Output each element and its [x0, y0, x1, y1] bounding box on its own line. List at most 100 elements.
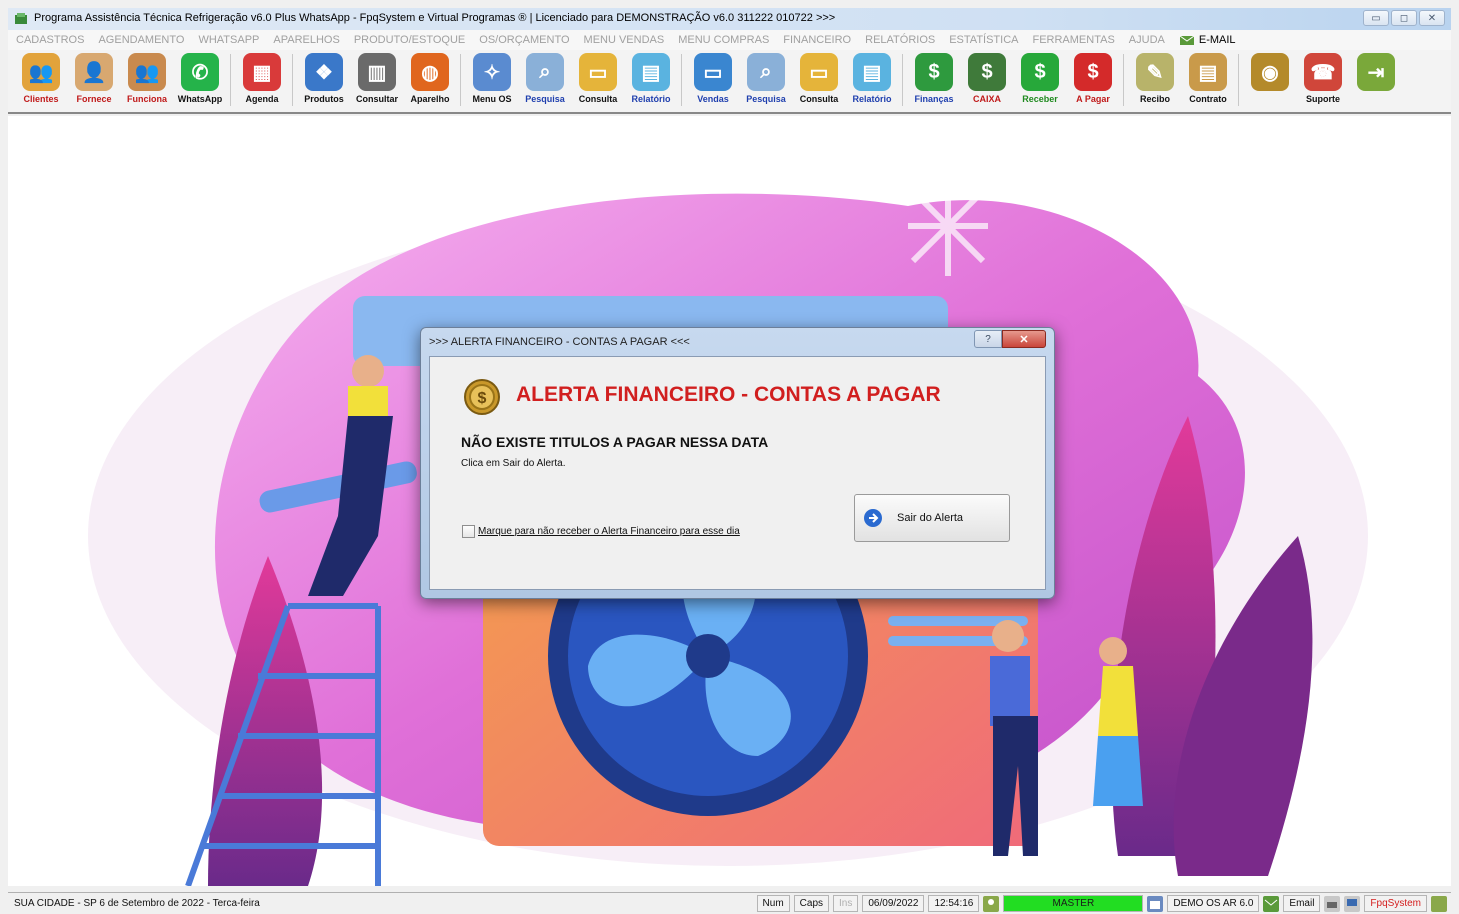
disable-alert-checkbox-row[interactable]: Marque para não receber o Alerta Finance… — [462, 525, 740, 538]
app-small-icon — [1431, 895, 1447, 912]
dialog-close-button[interactable]: ✕ — [1002, 330, 1046, 348]
toolbar-button-consulta[interactable]: ▭ Consulta — [573, 50, 623, 104]
toolbar-button-aparelho[interactable]: ◍ Aparelho — [405, 50, 455, 104]
menu-agendamento[interactable]: AGENDAMENTO — [98, 34, 184, 46]
email-icon[interactable] — [1263, 895, 1280, 912]
disable-alert-checkbox[interactable] — [462, 525, 475, 538]
toolbar-separator — [1123, 54, 1124, 106]
pay-money-icon: $ — [1074, 53, 1112, 91]
menu-whatsapp[interactable]: WHATSAPP — [198, 34, 259, 46]
toolbar-button-relat-rio[interactable]: ▤ Relatório — [847, 50, 897, 104]
toolbar-button-contrato[interactable]: ▤ Contrato — [1183, 50, 1233, 104]
toolbar-button-receber[interactable]: $ Receber — [1015, 50, 1065, 104]
window-controls: ▭ ◻ ✕ — [1363, 10, 1445, 26]
coins-icon: $ — [464, 379, 500, 415]
status-date: 06/09/2022 — [862, 895, 925, 912]
printer-icon[interactable] — [1324, 895, 1341, 912]
toolbar: 👥 Clientes 👤 Fornece 👥 Funciona ✆ WhatsApp ▦ Agen… — [8, 50, 1451, 114]
company-icon — [1147, 895, 1164, 912]
status-time: 12:54:16 — [928, 895, 980, 912]
user-icon — [983, 895, 1000, 912]
toolbar-button-pesquisa[interactable]: ⌕ Pesquisa — [741, 50, 791, 104]
products-icon: ❖ — [305, 53, 343, 91]
employees-icon: 👥 — [128, 53, 166, 91]
alert-message: NÃO EXISTE TITULOS A PAGAR NESSA DATA — [461, 434, 769, 450]
minimize-button[interactable]: ▭ — [1363, 10, 1389, 26]
toolbar-button-a-pagar[interactable]: $ A Pagar — [1068, 50, 1118, 104]
menu-email[interactable]: E-MAIL — [1179, 33, 1236, 47]
toolbar-button-label: Relatório — [852, 94, 892, 104]
svg-text:$: $ — [478, 390, 487, 407]
status-location-date: SUA CIDADE - SP 6 de Setembro de 2022 - … — [14, 898, 260, 909]
menu-ferramentas[interactable]: FERRAMENTAS — [1032, 34, 1114, 46]
whatsapp-icon: ✆ — [181, 53, 219, 91]
toolbar-button-clientes[interactable]: 👥 Clientes — [16, 50, 66, 104]
close-button[interactable]: ✕ — [1419, 10, 1445, 26]
tools-icon: ✧ — [473, 53, 511, 91]
menu-cadastros[interactable]: CADASTROS — [16, 34, 84, 46]
toolbar-button-label: Relatório — [631, 94, 671, 104]
status-user: MASTER — [1003, 895, 1144, 912]
dialog-help-button[interactable]: ? — [974, 330, 1002, 348]
menu-vendas[interactable]: MENU VENDAS — [584, 34, 665, 46]
toolbar-separator — [1238, 54, 1239, 106]
menu-estatistica[interactable]: ESTATÍSTICA — [949, 34, 1018, 46]
exit-arrow-icon — [864, 509, 882, 527]
menu-relatorios[interactable]: RELATÓRIOS — [865, 34, 935, 46]
search-doc-icon: ⌕ — [526, 53, 564, 91]
toolbar-button-finan-as[interactable]: $ Finanças — [909, 50, 959, 104]
toolbar-button-whatsapp[interactable]: ✆ WhatsApp — [175, 50, 225, 104]
maximize-button[interactable]: ◻ — [1391, 10, 1417, 26]
toolbar-button-exit-door[interactable]: ⇥ — [1351, 50, 1401, 94]
status-email[interactable]: Email — [1283, 895, 1321, 912]
menu-compras[interactable]: MENU COMPRAS — [678, 34, 769, 46]
status-brand[interactable]: FpqSystem — [1364, 895, 1427, 912]
menu-ajuda[interactable]: AJUDA — [1129, 34, 1165, 46]
dialog-body: $ ALERTA FINANCEIRO - CONTAS A PAGAR NÃO… — [429, 356, 1046, 590]
toolbar-button-pesquisa[interactable]: ⌕ Pesquisa — [520, 50, 570, 104]
menu-financeiro[interactable]: FINANCEIRO — [783, 34, 851, 46]
toolbar-button-suporte[interactable]: ☎ Suporte — [1298, 50, 1348, 104]
toolbar-button-relat-rio[interactable]: ▤ Relatório — [626, 50, 676, 104]
status-company: DEMO OS AR 6.0 — [1167, 895, 1260, 912]
toolbar-button-label: Consulta — [799, 94, 839, 104]
report-icon: ▤ — [632, 53, 670, 91]
toolbar-button-coins[interactable]: ◉ — [1245, 50, 1295, 94]
exit-alert-button-label: Sair do Alerta — [897, 512, 964, 524]
calendar-icon: ▦ — [243, 53, 281, 91]
menu-bar: CADASTROS AGENDAMENTO WHATSAPP APARELHOS… — [8, 30, 1451, 50]
report-icon: ▤ — [853, 53, 891, 91]
contract-icon: ▤ — [1189, 53, 1227, 91]
toolbar-button-recibo[interactable]: ✎ Recibo — [1130, 50, 1180, 104]
toolbar-button-consultar[interactable]: ▥ Consultar — [352, 50, 402, 104]
menu-os-orcamento[interactable]: OS/ORÇAMENTO — [479, 34, 569, 46]
finance-icon: $ — [915, 53, 953, 91]
status-right-panel: Num Caps Ins 06/09/2022 12:54:16 MASTER … — [756, 895, 1447, 912]
menu-aparelhos[interactable]: APARELHOS — [273, 34, 339, 46]
toolbar-button-produtos[interactable]: ❖ Produtos — [299, 50, 349, 104]
toolbar-button-caixa[interactable]: $ CAIXA — [962, 50, 1012, 104]
toolbar-button-label: A Pagar — [1076, 94, 1110, 104]
receive-money-icon: $ — [1021, 53, 1059, 91]
toolbar-button-agenda[interactable]: ▦ Agenda — [237, 50, 287, 104]
toolbar-button-label: CAIXA — [972, 94, 1001, 104]
network-icon[interactable] — [1344, 895, 1361, 912]
window-title: Programa Assistência Técnica Refrigeraçã… — [34, 12, 836, 24]
toolbar-button-funciona[interactable]: 👥 Funciona — [122, 50, 172, 104]
toolbar-button-consulta[interactable]: ▭ Consulta — [794, 50, 844, 104]
disable-alert-checkbox-label[interactable]: Marque para não receber o Alerta Finance… — [478, 526, 740, 537]
toolbar-button-label: Receber — [1022, 94, 1058, 104]
menu-produto-estoque[interactable]: PRODUTO/ESTOQUE — [354, 34, 465, 46]
email-icon — [1179, 35, 1195, 45]
status-insert: Ins — [833, 895, 859, 912]
exit-alert-button[interactable]: Sair do Alerta — [854, 494, 1010, 542]
toolbar-separator — [230, 54, 231, 106]
toolbar-button-label: Pesquisa — [746, 94, 786, 104]
appliance-icon: ◍ — [411, 53, 449, 91]
title-bar: Programa Assistência Técnica Refrigeraçã… — [8, 8, 1451, 30]
toolbar-button-vendas[interactable]: ▭ Vendas — [688, 50, 738, 104]
toolbar-button-menu-os[interactable]: ✧ Menu OS — [467, 50, 517, 104]
barcode-icon: ▥ — [358, 53, 396, 91]
toolbar-button-fornece[interactable]: 👤 Fornece — [69, 50, 119, 104]
cashier-icon: $ — [968, 53, 1006, 91]
